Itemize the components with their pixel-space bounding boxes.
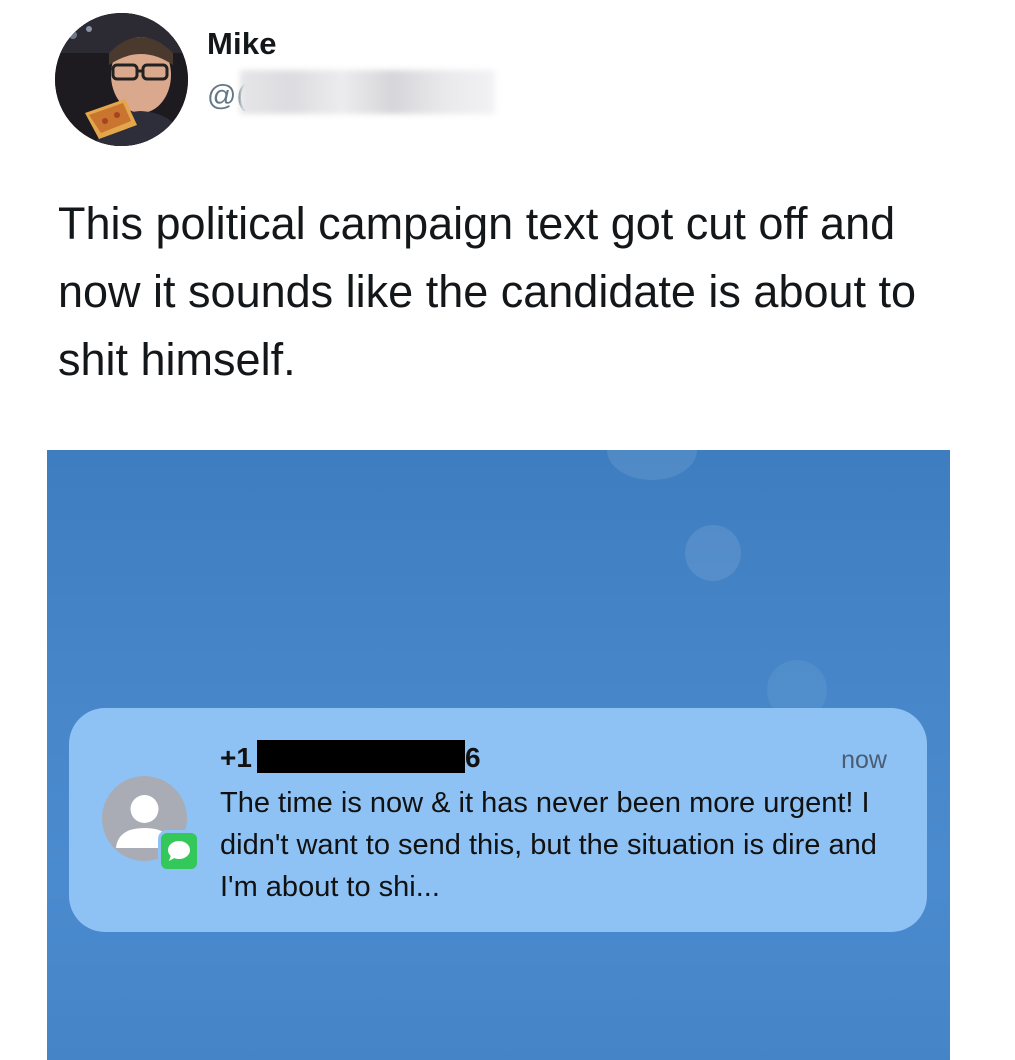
sender-redaction-bar — [257, 740, 465, 773]
tweet-screenshot: Mike @( This political campaign text got… — [0, 0, 1015, 1060]
message-notification[interactable]: +1 6 now The time is now & it has never … — [69, 708, 927, 932]
bokeh-light — [685, 525, 741, 581]
tweet-text: This political campaign text got cut off… — [58, 198, 917, 385]
notification-message: The time is now & it has never been more… — [220, 787, 877, 903]
notification-time: now — [841, 746, 887, 774]
bokeh-light — [607, 450, 697, 480]
attached-screenshot[interactable]: +1 6 now The time is now & it has never … — [47, 450, 950, 1060]
profile-avatar[interactable] — [55, 13, 188, 146]
profile-photo-icon — [55, 13, 188, 146]
message-bubble-icon — [168, 841, 190, 861]
display-name[interactable]: Mike — [207, 26, 277, 62]
sender-number-prefix: +1 — [220, 742, 252, 773]
handle-redaction-blur — [240, 70, 495, 114]
messages-app-icon — [158, 830, 200, 872]
sender-number-suffix: 6 — [465, 742, 481, 773]
